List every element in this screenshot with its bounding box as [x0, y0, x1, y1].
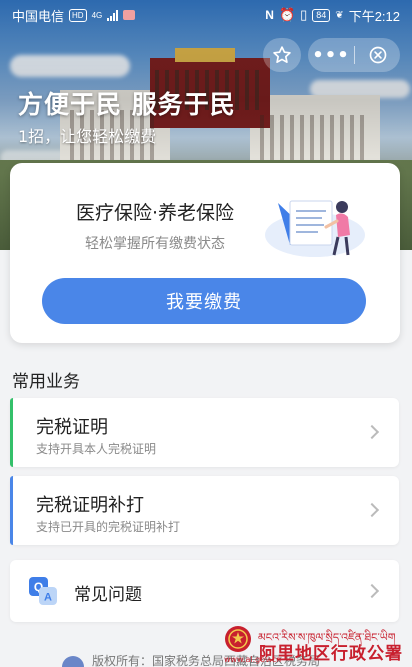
qa-icon: Q A — [29, 577, 57, 605]
faq-label: 常见问题 — [74, 585, 142, 605]
chevron-right-icon — [364, 583, 380, 599]
status-left: 中国电信 HD 4G — [12, 6, 136, 25]
payment-card: 医疗保险·养老保险 轻松掌握所有缴费状态 我要缴费 — [10, 163, 400, 343]
row-accent-bar — [10, 398, 13, 467]
battery-icon: 84 — [312, 8, 331, 22]
card-subtitle: 轻松掌握所有缴费状态 — [85, 236, 225, 252]
service-row-tax-certificate[interactable]: 完税证明 支持开具本人完税证明 — [10, 398, 399, 467]
row-title: 完税证明补打 — [36, 495, 144, 516]
chevron-right-icon — [364, 502, 380, 518]
favorite-button[interactable] — [263, 38, 301, 72]
person-document-illustration — [265, 200, 365, 257]
mini-program-capsule: ••• — [308, 38, 400, 72]
vibrate-icon: ▯ — [300, 7, 308, 22]
app-notification-icon — [123, 10, 136, 20]
status-right: N ⏰ ▯ 84 ❦ 下午2:12 — [265, 6, 400, 25]
row-title: 完税证明 — [36, 417, 108, 438]
close-circle-icon — [369, 46, 386, 64]
status-bar: 中国电信 HD 4G N ⏰ ▯ 84 ❦ 下午2:12 — [0, 0, 412, 30]
leaf-icon: ❦ — [335, 9, 344, 21]
pay-button[interactable]: 我要缴费 — [42, 278, 366, 324]
chevron-right-icon — [364, 424, 380, 440]
alarm-icon: ⏰ — [278, 7, 296, 22]
nfc-icon: N — [265, 8, 274, 22]
more-icon: ••• — [312, 44, 350, 66]
carrier-label: 中国电信 — [12, 8, 65, 24]
hd-badge: HD — [69, 8, 87, 22]
close-button[interactable] — [355, 38, 400, 72]
network-label: 4G — [91, 10, 103, 20]
section-title: 常用业务 — [12, 372, 80, 392]
service-row-tax-certificate-reprint[interactable]: 完税证明补打 支持已开具的完税证明补打 — [10, 476, 399, 545]
tax-bureau-logo — [62, 656, 84, 667]
clock-label: 下午2:12 — [348, 8, 400, 24]
national-emblem-icon — [225, 626, 251, 652]
row-description: 支持已开具的完税证明补打 — [36, 520, 181, 534]
more-button[interactable]: ••• — [308, 38, 354, 72]
faq-row[interactable]: Q A 常见问题 — [10, 560, 399, 622]
svg-text:A: A — [44, 592, 52, 604]
card-title: 医疗保险·养老保险 — [75, 202, 235, 224]
row-accent-bar — [10, 476, 13, 545]
watermark-url: www.al.gov.cn — [224, 655, 282, 664]
row-description: 支持开具本人完税证明 — [36, 442, 157, 456]
hero-title: 方便于民 服务于民 — [18, 90, 236, 119]
hero-subtitle: 1招，让您轻松缴费 — [18, 127, 157, 146]
star-icon — [273, 46, 291, 64]
signal-icon — [107, 9, 119, 21]
